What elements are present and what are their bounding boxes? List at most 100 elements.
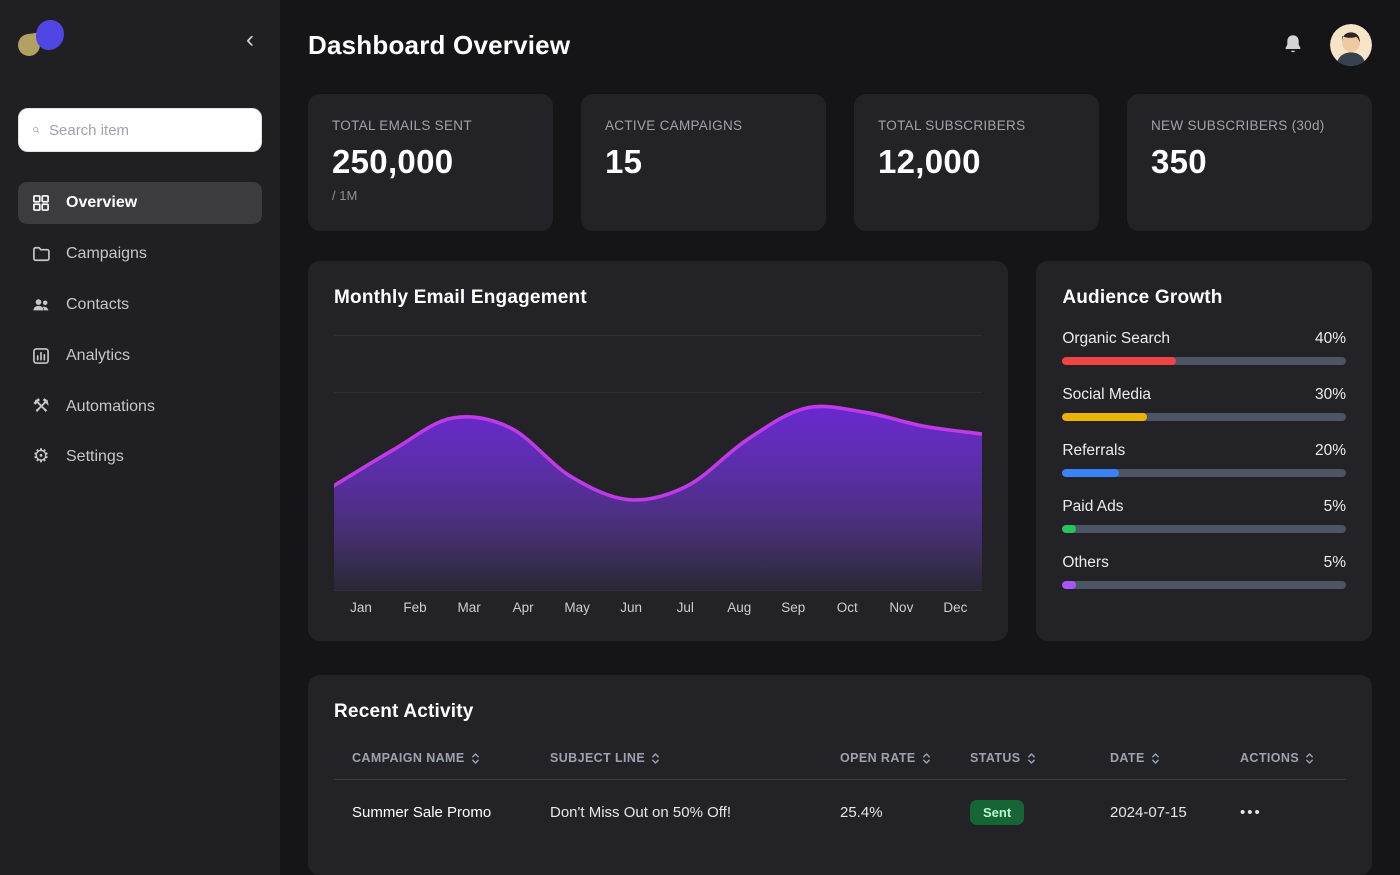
cell-subject-line: Don't Miss Out on 50% Off!: [542, 780, 832, 846]
sidebar-item-overview[interactable]: Overview: [18, 182, 262, 224]
sidebar-collapse-button[interactable]: ‹: [238, 24, 262, 56]
chart-svg: [334, 335, 982, 591]
progress-bar: [1062, 357, 1175, 365]
search-icon: [32, 121, 40, 139]
tools-icon: ⚒: [31, 397, 51, 416]
column-header-date[interactable]: DATE: [1102, 739, 1232, 780]
header-right: [1280, 24, 1372, 66]
column-header-status[interactable]: STATUS: [962, 739, 1102, 780]
stat-card-active-campaigns: ACTIVE CAMPAIGNS 15: [581, 94, 826, 231]
grid-icon: [31, 193, 51, 213]
column-header-campaign-name[interactable]: CAMPAIGN NAME: [334, 739, 542, 780]
sort-icon: [1027, 752, 1036, 765]
stat-label: ACTIVE CAMPAIGNS: [605, 118, 802, 133]
folder-icon: [31, 244, 51, 264]
page-header: Dashboard Overview: [308, 24, 1372, 66]
sort-icon: [1151, 752, 1160, 765]
stat-value: 250,000: [332, 143, 529, 181]
main-content: Dashboard Overview: [280, 0, 1400, 875]
sidebar-item-label: Settings: [66, 448, 124, 466]
progress-track: [1062, 525, 1346, 533]
stat-card-new-subscribers: NEW SUBSCRIBERS (30d) 350: [1127, 94, 1372, 231]
audience-percent: 5%: [1324, 554, 1346, 572]
row-actions-menu-icon[interactable]: •••: [1240, 804, 1262, 821]
chart-x-label: Feb: [388, 600, 442, 615]
stats-row: TOTAL EMAILS SENT 250,000 / 1M ACTIVE CA…: [308, 94, 1372, 231]
chart-x-label: Jul: [658, 600, 712, 615]
chart-x-label: Sep: [766, 600, 820, 615]
chart-x-label: Apr: [496, 600, 550, 615]
chart-x-label: Jan: [334, 600, 388, 615]
audience-percent: 30%: [1315, 386, 1346, 404]
notifications-button[interactable]: [1280, 31, 1306, 60]
gear-icon: ⚙: [31, 447, 51, 466]
chart-x-label: Dec: [928, 600, 982, 615]
table-row: Summer Sale Promo Don't Miss Out on 50% …: [334, 780, 1346, 846]
avatar-image: [1330, 24, 1372, 66]
engagement-area-chart: [334, 335, 982, 591]
audience-label: Social Media: [1062, 386, 1151, 404]
chevron-left-icon: ‹: [246, 26, 254, 53]
progress-bar: [1062, 581, 1076, 589]
status-badge: Sent: [970, 800, 1024, 825]
sidebar-item-label: Automations: [66, 398, 155, 416]
audience-row-referrals: Referrals 20%: [1062, 442, 1346, 477]
sidebar-item-label: Campaigns: [66, 245, 147, 263]
engagement-chart-card: Monthly Email Engagement: [308, 261, 1008, 641]
progress-bar: [1062, 413, 1147, 421]
progress-track: [1062, 413, 1346, 421]
sidebar-item-settings[interactable]: ⚙ Settings: [18, 436, 262, 477]
chart-x-label: Mar: [442, 600, 496, 615]
sidebar-item-label: Analytics: [66, 347, 130, 365]
progress-track: [1062, 357, 1346, 365]
page-title: Dashboard Overview: [308, 30, 570, 61]
chart-x-label: Nov: [874, 600, 928, 615]
bell-icon: [1282, 33, 1304, 55]
stat-value: 12,000: [878, 143, 1075, 181]
chart-x-axis: JanFebMarAprMayJunJulAugSepOctNovDec: [334, 600, 982, 615]
sort-icon: [471, 752, 480, 765]
logo-blob-shape: [36, 20, 64, 50]
audience-title: Audience Growth: [1062, 287, 1346, 309]
cell-open-rate: 25.4%: [832, 780, 962, 846]
stat-label: TOTAL SUBSCRIBERS: [878, 118, 1075, 133]
stat-card-total-emails: TOTAL EMAILS SENT 250,000 / 1M: [308, 94, 553, 231]
search-input[interactable]: [49, 122, 248, 139]
sidebar-item-contacts[interactable]: Contacts: [18, 284, 262, 326]
progress-track: [1062, 469, 1346, 477]
chart-x-label: Oct: [820, 600, 874, 615]
column-header-actions[interactable]: ACTIONS: [1232, 739, 1346, 780]
chart-title: Monthly Email Engagement: [334, 287, 982, 309]
app-logo[interactable]: [18, 18, 70, 68]
progress-bar: [1062, 469, 1119, 477]
recent-activity-card: Recent Activity CAMPAIGN NAME SUBJECT LI…: [308, 675, 1372, 875]
table-header-row: CAMPAIGN NAME SUBJECT LINE OPEN RATE: [334, 739, 1346, 780]
cell-campaign-name: Summer Sale Promo: [334, 780, 542, 846]
audience-percent: 20%: [1315, 442, 1346, 460]
chart-x-label: Jun: [604, 600, 658, 615]
activity-table: CAMPAIGN NAME SUBJECT LINE OPEN RATE: [334, 739, 1346, 845]
mid-row: Monthly Email Engagement: [308, 261, 1372, 641]
audience-rows: Organic Search 40% Social Media 30%: [1062, 330, 1346, 589]
chart-x-label: Aug: [712, 600, 766, 615]
stat-label: NEW SUBSCRIBERS (30d): [1151, 118, 1348, 133]
search-box[interactable]: [18, 108, 262, 152]
stat-value: 350: [1151, 143, 1348, 181]
app-root: ‹ Overview: [0, 0, 1400, 875]
audience-row-paid-ads: Paid Ads 5%: [1062, 498, 1346, 533]
sidebar-item-analytics[interactable]: Analytics: [18, 335, 262, 377]
sidebar-item-campaigns[interactable]: Campaigns: [18, 233, 262, 275]
column-header-open-rate[interactable]: OPEN RATE: [832, 739, 962, 780]
audience-row-social-media: Social Media 30%: [1062, 386, 1346, 421]
sidebar-top: ‹: [18, 18, 262, 68]
sidebar-item-automations[interactable]: ⚒ Automations: [18, 386, 262, 427]
people-icon: [31, 295, 51, 315]
audience-label: Referrals: [1062, 442, 1125, 460]
progress-bar: [1062, 525, 1076, 533]
sidebar-nav: Overview Campaigns: [18, 182, 262, 477]
audience-growth-card: Audience Growth Organic Search 40% S: [1036, 261, 1372, 641]
column-header-subject-line[interactable]: SUBJECT LINE: [542, 739, 832, 780]
stat-card-total-subscribers: TOTAL SUBSCRIBERS 12,000: [854, 94, 1099, 231]
user-avatar[interactable]: [1330, 24, 1372, 66]
sidebar: ‹ Overview: [0, 0, 280, 875]
